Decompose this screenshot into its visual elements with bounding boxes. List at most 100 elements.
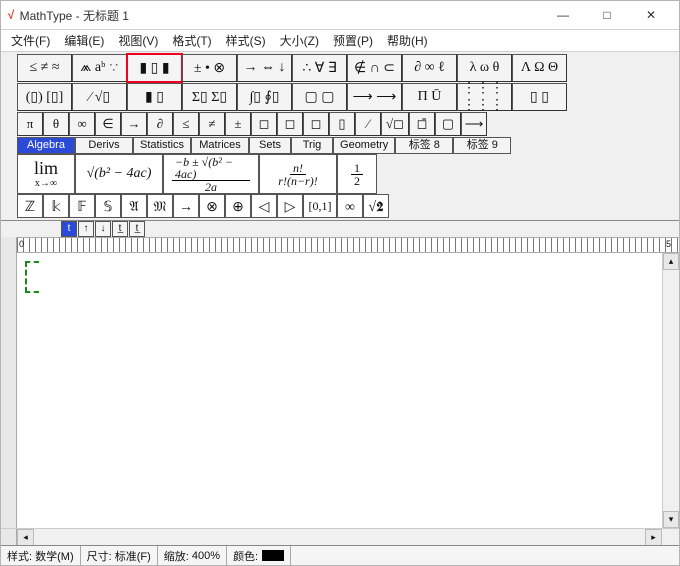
palette-embellishments[interactable]: ▮ ▯ ▮ [127,54,182,82]
quad-num: −b ± √(b² − 4ac) [172,156,250,181]
close-button[interactable]: ✕ [629,1,673,29]
horizontal-ruler[interactable]: 0 5 [17,237,679,253]
tab-sets[interactable]: Sets [249,137,291,154]
palette-greek-lower[interactable]: λ ω θ [457,54,512,82]
tab-8[interactable]: 标签 8 [395,137,453,154]
sym-theta[interactable]: θ [43,112,69,136]
mini-2[interactable]: ↑ [78,221,94,237]
status-style[interactable]: 样式: 数学(M) [1,546,81,565]
palette-fractions[interactable]: ⁄ √▯ [72,83,127,111]
formula-permutation[interactable]: n! r!(n−r)! [259,154,337,194]
tmpl-arrow[interactable]: ⟶ [461,112,487,136]
palette-integrals[interactable]: ∫▯ ∮▯ [237,83,292,111]
palette-sums[interactable]: Σ▯ Σ▯ [182,83,237,111]
sym-infty[interactable]: ∞ [69,112,95,136]
sym-arrow[interactable]: → [121,112,147,136]
sym-bbk[interactable]: 𝕜 [43,194,69,218]
tmpl-bar[interactable]: ◻̄ [409,112,435,136]
palette-subscripts[interactable]: ▮ ▯ [127,83,182,111]
sym-interval[interactable]: [0,1] [303,194,337,218]
formula-sqrt-discriminant[interactable]: √(b² − 4ac) [75,154,163,194]
sym-infty2[interactable]: ∞ [337,194,363,218]
palette-boxes[interactable]: ▯ ▯ [512,83,567,111]
palette-set-theory[interactable]: ∉ ∩ ⊂ [347,54,402,82]
palette-misc[interactable]: ∂ ∞ ℓ [402,54,457,82]
equation-editor[interactable] [17,253,662,528]
status-size[interactable]: 尺寸: 标准(F) [81,546,158,565]
tmpl-sqrt[interactable]: √◻ [381,112,409,136]
mini-1[interactable]: t [61,221,77,237]
menu-size[interactable]: 大小(Z) [274,30,325,51]
menu-format[interactable]: 格式(T) [166,30,217,51]
sym-triangle-r[interactable]: ▷ [277,194,303,218]
palette-operators[interactable]: ± • ⊗ [182,54,237,82]
sym-ne[interactable]: ≠ [199,112,225,136]
mini-3[interactable]: ↓ [95,221,111,237]
status-zoom[interactable]: 缩放: 400% [158,546,227,565]
mini-5[interactable]: t̲ [129,221,145,237]
tmpl-frac[interactable]: ⁄ [355,112,381,136]
palette-overbars[interactable]: ▢ ▢ [292,83,347,111]
sym-bbZ[interactable]: ℤ [17,194,43,218]
sym-frakM[interactable]: 𝔐 [147,194,173,218]
scroll-left-button[interactable]: ◂ [17,529,34,546]
sym-bbS[interactable]: 𝕊 [95,194,121,218]
palette-labeled-arrows[interactable]: ⟶ ⟶ [347,83,402,111]
tmpl-bracket[interactable]: ◻ [277,112,303,136]
scroll-track-h[interactable] [34,529,645,545]
scroll-up-button[interactable]: ▴ [663,253,679,270]
menu-style[interactable]: 样式(S) [220,30,272,51]
horizontal-scrollbar[interactable]: ◂ ▸ [1,528,679,545]
tmpl-box[interactable]: ▢ [435,112,461,136]
palette-arrows[interactable]: → ⇔ ↓ [237,54,292,82]
statusbar: 样式: 数学(M) 尺寸: 标准(F) 缩放: 400% 颜色: [1,545,679,565]
tmpl-paren[interactable]: ◻ [251,112,277,136]
sym-bbF[interactable]: 𝔽 [69,194,95,218]
formula-quadratic[interactable]: −b ± √(b² − 4ac) 2a [163,154,259,194]
menubar: 文件(F) 编辑(E) 视图(V) 格式(T) 样式(S) 大小(Z) 预置(P… [1,30,679,52]
scroll-right-button[interactable]: ▸ [645,529,662,546]
vertical-scrollbar[interactable]: ▴ ▾ [662,253,679,528]
sym-frakA[interactable]: 𝔄 [121,194,147,218]
palette-logical[interactable]: ∴ ∀ ∃ [292,54,347,82]
maximize-button[interactable]: □ [585,1,629,29]
tab-matrices[interactable]: Matrices [191,137,249,154]
palette-matrices[interactable]: ⋮⋮⋮ ⋮⋮⋮ [457,83,512,111]
sym-partial[interactable]: ∂ [147,112,173,136]
status-color[interactable]: 颜色: [227,546,291,565]
sym-pm[interactable]: ± [225,112,251,136]
palette-greek-upper[interactable]: Λ Ω Θ [512,54,567,82]
mini-4[interactable]: t̲ [112,221,128,237]
tmpl-sub[interactable]: ◻ [303,112,329,136]
palette-products[interactable]: Π Ū [402,83,457,111]
palette-spaces[interactable]: ⩕ aᵇ ∵ [72,54,127,82]
tab-statistics[interactable]: Statistics [133,137,191,154]
tab-derivs[interactable]: Derivs [75,137,133,154]
sym-sqrt2[interactable]: √2 [363,194,389,218]
tmpl-sup[interactable]: ▯ [329,112,355,136]
tab-trig[interactable]: Trig [291,137,333,154]
menu-file[interactable]: 文件(F) [5,30,56,51]
tab-9[interactable]: 标签 9 [453,137,511,154]
scroll-down-button[interactable]: ▾ [663,511,679,528]
sym-pi[interactable]: π [17,112,43,136]
menu-help[interactable]: 帮助(H) [381,30,434,51]
tab-geometry[interactable]: Geometry [333,137,395,154]
sym-to[interactable]: → [173,194,199,218]
sym-otimes[interactable]: ⊗ [199,194,225,218]
palette-relational[interactable]: ≤ ≠ ≈ [17,54,72,82]
menu-prefs[interactable]: 预置(P) [327,30,379,51]
sym-triangle-l[interactable]: ◁ [251,194,277,218]
menu-edit[interactable]: 编辑(E) [58,30,110,51]
sym-le[interactable]: ≤ [173,112,199,136]
menu-view[interactable]: 视图(V) [112,30,164,51]
sym-oplus[interactable]: ⊕ [225,194,251,218]
minimize-button[interactable]: — [541,1,585,29]
formula-half[interactable]: 1 2 [337,154,377,194]
scroll-track-v[interactable] [663,270,679,511]
palette-fences[interactable]: (▯) [▯] [17,83,72,111]
tab-algebra[interactable]: Algebra [17,137,75,154]
sym-element[interactable]: ∈ [95,112,121,136]
formula-limit[interactable]: lim x→∞ [17,154,75,194]
vertical-ruler[interactable] [1,253,17,528]
